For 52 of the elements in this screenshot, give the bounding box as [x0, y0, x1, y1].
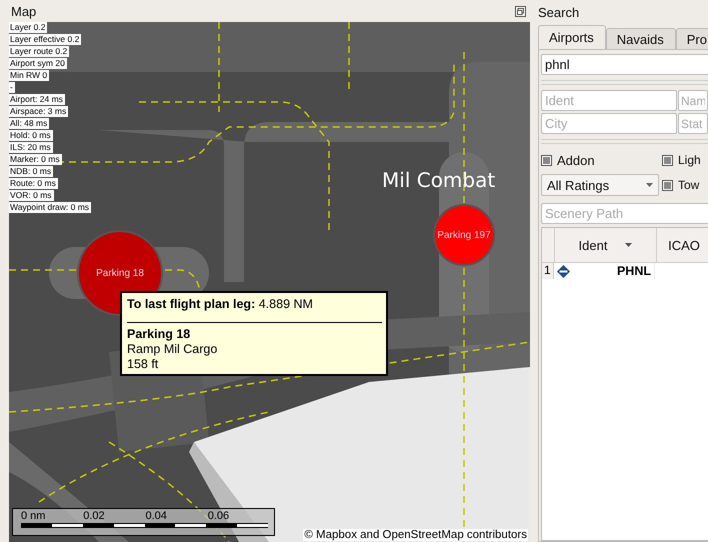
- caret-icon: [646, 183, 653, 187]
- scale-label: 0 nm: [21, 510, 46, 522]
- checkbox[interactable]: [541, 154, 552, 166]
- filter-checkbox[interactable]: Addon: [541, 152, 662, 168]
- scale-label: 0.02: [83, 510, 106, 522]
- column-header[interactable]: ICAO: [657, 228, 708, 262]
- float-icon[interactable]: [515, 6, 526, 16]
- debug-text: Layer route 0.2: [9, 46, 70, 57]
- tab[interactable]: Navaids: [606, 28, 676, 49]
- filter-field[interactable]: Stat: [678, 113, 708, 134]
- debug-text: Waypoint draw: 0 ms: [9, 202, 92, 213]
- column-header[interactable]: Ident: [555, 228, 657, 262]
- filter-checkbox[interactable]: Tow: [662, 178, 700, 192]
- tooltip-text: 158 ft: [127, 357, 160, 372]
- attribution-text: © Mapbox and OpenStreetMap contributors: [303, 529, 528, 541]
- search-field[interactable]: phnl: [541, 54, 708, 75]
- debug-text: NDB: 0 ms: [9, 166, 54, 177]
- tab[interactable]: Airports: [538, 25, 606, 49]
- table-cell: PHNL: [554, 263, 655, 279]
- checkbox[interactable]: [662, 154, 673, 166]
- filter-checkbox[interactable]: Ligh: [662, 153, 701, 167]
- debug-text: Marker: 0 ms: [9, 154, 62, 165]
- debug-text: Hold: 0 ms: [9, 130, 53, 141]
- debug-text: VOR: 0 ms: [9, 190, 54, 201]
- debug-text: Min RW 0: [9, 70, 50, 81]
- area-label: Mil Combat: [382, 168, 496, 192]
- scale-label: 0.06: [208, 510, 230, 522]
- debug-text: Airspace: 3 ms: [9, 106, 68, 117]
- tooltip-text: Ramp Mil Cargo: [127, 342, 218, 357]
- debug-text: All: 48 ms: [9, 118, 50, 129]
- debug-text: Layer 0.2: [9, 22, 48, 33]
- panel-title: Map: [11, 4, 36, 18]
- row-number: 1: [542, 263, 554, 279]
- debug-text: -: [9, 82, 15, 93]
- debug-text: ILS: 20 ms: [9, 142, 53, 153]
- checkbox[interactable]: [662, 180, 673, 190]
- panel-title: Search: [538, 4, 580, 20]
- scale-label: 0.04: [146, 510, 168, 522]
- debug-text: Layer effective 0.2: [9, 34, 82, 45]
- sort-icon: [625, 243, 632, 247]
- airport-icon: [557, 264, 570, 278]
- rating-dropdown[interactable]: All Ratings: [541, 174, 659, 196]
- debug-text: Airport sym 20: [9, 58, 67, 69]
- scenery-field[interactable]: Scenery Path: [541, 203, 708, 224]
- debug-text: Route: 0 ms: [9, 178, 58, 189]
- parking-label: Parking 18: [96, 268, 144, 278]
- filter-field[interactable]: Ident: [541, 90, 677, 111]
- tooltip-title: Parking 18: [127, 327, 192, 342]
- parking-label: Parking 197: [437, 230, 491, 240]
- filter-field[interactable]: City: [541, 113, 677, 134]
- tab[interactable]: Pro: [676, 28, 708, 49]
- debug-text: Airport: 24 ms: [9, 94, 65, 105]
